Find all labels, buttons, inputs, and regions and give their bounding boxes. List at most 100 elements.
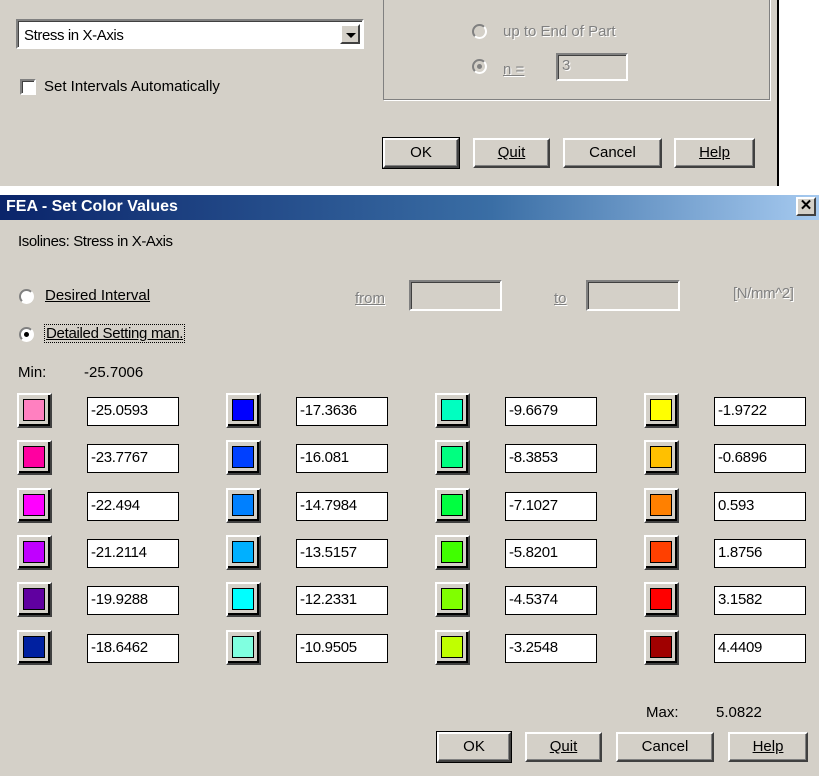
dialog-titlebar[interactable]: FEA - Set Color Values ✕	[0, 195, 819, 220]
color-value-input[interactable]: -12.2331	[296, 586, 388, 615]
color-swatch-button[interactable]	[435, 440, 470, 475]
bg-cancel-button[interactable]: Cancel	[563, 138, 662, 168]
color-swatch-button[interactable]	[226, 488, 261, 523]
color-swatch-button[interactable]	[17, 393, 52, 428]
detailed-setting-label: Detailed Setting man.	[43, 324, 186, 343]
min-label: Min:	[18, 364, 47, 381]
color-value-input[interactable]: -0.6896	[714, 444, 806, 473]
color-value-input[interactable]: -22.494	[87, 492, 179, 521]
result-type-combobox[interactable]: Stress in X-Axis	[16, 19, 364, 49]
color-swatch-button[interactable]	[226, 582, 261, 617]
quit-button[interactable]: Quit	[525, 732, 602, 762]
color-value-input[interactable]: -23.7767	[87, 444, 179, 473]
color-swatch	[232, 494, 254, 516]
color-swatch	[232, 541, 254, 563]
color-swatch-button[interactable]	[226, 535, 261, 570]
radio-end-of-part-label: up to End of Part	[503, 23, 616, 40]
to-input[interactable]	[586, 280, 680, 311]
color-swatch	[650, 541, 672, 563]
radio-end-of-part[interactable]	[472, 24, 487, 39]
color-swatch-button[interactable]	[435, 630, 470, 665]
color-swatch-button[interactable]	[226, 440, 261, 475]
color-swatch-button[interactable]	[226, 393, 261, 428]
color-swatch-button[interactable]	[17, 535, 52, 570]
color-swatch-button[interactable]	[435, 488, 470, 523]
color-value-input[interactable]: 4.4409	[714, 634, 806, 663]
color-swatch-button[interactable]	[17, 630, 52, 665]
bg-quit-button[interactable]: Quit	[473, 138, 550, 168]
color-swatch-button[interactable]	[644, 582, 679, 617]
color-value-input[interactable]: -16.081	[296, 444, 388, 473]
color-value-input[interactable]: -19.9288	[87, 586, 179, 615]
radio-n[interactable]	[472, 59, 487, 74]
color-value-input[interactable]: -9.6679	[505, 397, 597, 426]
color-swatch-button[interactable]	[435, 393, 470, 428]
color-swatch	[441, 588, 463, 610]
color-value-text: -7.1027	[509, 497, 558, 514]
color-value-input[interactable]: 3.1582	[714, 586, 806, 615]
color-value-text: -19.9288	[91, 591, 148, 608]
color-swatch-button[interactable]	[644, 630, 679, 665]
color-value-text: -21.2114	[91, 544, 147, 561]
chevron-down-icon[interactable]	[340, 24, 360, 44]
color-value-input[interactable]: -13.5157	[296, 539, 388, 568]
color-swatch	[650, 446, 672, 468]
color-swatch	[23, 399, 45, 421]
color-value-input[interactable]: -8.3853	[505, 444, 597, 473]
unit-label: [N/mm^2]	[733, 285, 794, 302]
max-label: Max:	[646, 704, 679, 721]
color-value-input[interactable]: -14.7984	[296, 492, 388, 521]
color-value-input[interactable]: -5.8201	[505, 539, 597, 568]
bg-ok-button[interactable]: OK	[382, 137, 460, 169]
color-swatch-button[interactable]	[435, 535, 470, 570]
set-intervals-label[interactable]: Set Intervals Automatically	[44, 78, 220, 95]
color-value-input[interactable]: -3.2548	[505, 634, 597, 663]
n-input[interactable]: 3	[556, 53, 628, 81]
cancel-button[interactable]: Cancel	[616, 732, 714, 762]
color-swatch-button[interactable]	[644, 535, 679, 570]
color-swatch-button[interactable]	[17, 582, 52, 617]
range-groupbox	[383, 0, 770, 100]
color-value-input[interactable]: 1.8756	[714, 539, 806, 568]
color-value-text: -25.0593	[91, 402, 148, 419]
from-input[interactable]	[409, 280, 502, 311]
color-value-input[interactable]: -1.9722	[714, 397, 806, 426]
color-swatch-button[interactable]	[17, 440, 52, 475]
isolines-label: Isolines: Stress in X-Axis	[18, 233, 173, 250]
color-value-text: -12.2331	[300, 591, 357, 608]
close-icon[interactable]: ✕	[796, 197, 816, 216]
radio-detailed-setting[interactable]	[19, 327, 34, 342]
bg-help-button[interactable]: Help	[674, 138, 755, 168]
ok-button[interactable]: OK	[436, 731, 512, 763]
color-swatch-button[interactable]	[435, 582, 470, 617]
color-value-input[interactable]: -7.1027	[505, 492, 597, 521]
color-value-input[interactable]: 0.593	[714, 492, 806, 521]
dialog-title: FEA - Set Color Values	[6, 198, 178, 215]
color-swatch-button[interactable]	[17, 488, 52, 523]
color-swatch	[23, 636, 45, 658]
color-value-input[interactable]: -17.3636	[296, 397, 388, 426]
color-swatch-button[interactable]	[226, 630, 261, 665]
color-value-text: 4.4409	[718, 639, 763, 656]
color-swatch-button[interactable]	[644, 488, 679, 523]
from-label: from	[355, 290, 385, 307]
background-dialog: Stress in X-Axis Set Intervals Automatic…	[0, 0, 780, 186]
color-swatch	[232, 588, 254, 610]
radio-desired-interval[interactable]	[19, 289, 34, 304]
color-swatch-button[interactable]	[644, 440, 679, 475]
radio-n-label: n =	[503, 61, 525, 78]
color-swatch	[650, 399, 672, 421]
help-button[interactable]: Help	[728, 732, 808, 762]
color-value-input[interactable]: -18.6462	[87, 634, 179, 663]
color-value-text: -14.7984	[300, 497, 357, 514]
color-value-input[interactable]: -10.9505	[296, 634, 388, 663]
color-value-input[interactable]: -25.0593	[87, 397, 179, 426]
color-value-text: -22.494	[91, 497, 140, 514]
color-value-input[interactable]: -4.5374	[505, 586, 597, 615]
color-swatch	[232, 636, 254, 658]
color-value-text: -9.6679	[509, 402, 558, 419]
set-intervals-checkbox[interactable]	[20, 79, 36, 95]
color-swatch	[441, 446, 463, 468]
color-value-input[interactable]: -21.2114	[87, 539, 179, 568]
color-swatch-button[interactable]	[644, 393, 679, 428]
